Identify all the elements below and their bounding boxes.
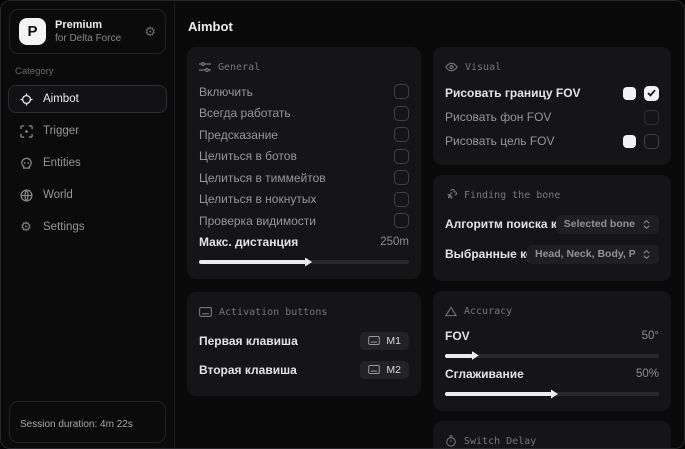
sidebar-item-settings[interactable]: ⚙ Settings [8, 213, 167, 241]
sidebar-item-label: World [43, 189, 73, 201]
setting-row: Рисовать границу FOV [445, 81, 659, 105]
checkbox[interactable] [394, 149, 409, 164]
brand-text: Premium for Delta Force [55, 19, 135, 44]
setting-row: Сглаживание 50% [445, 364, 659, 386]
keyboard-icon [368, 336, 380, 345]
setting-row: Включить [199, 81, 409, 103]
keybind-button[interactable]: M2 [360, 361, 409, 379]
panel-general-header: General [199, 56, 409, 78]
premium-card: P Premium for Delta Force ⚙ [9, 9, 166, 54]
setting-row: FOV 50° [445, 325, 659, 347]
setting-row: Целиться в ботов [199, 146, 409, 168]
sidebar-item-aimbot[interactable]: Aimbot [8, 85, 167, 113]
smoothing-slider[interactable] [445, 392, 659, 396]
left-column: General Включить Всегда работать Предска… [187, 47, 421, 449]
panel-general: General Включить Всегда работать Предска… [187, 47, 421, 279]
right-column: Visual Рисовать границу FOV Рисовать фон… [433, 47, 671, 449]
keyboard-icon [199, 307, 212, 317]
sidebar-item-entities[interactable]: Entities [8, 149, 167, 177]
check-icon [647, 89, 656, 97]
eye-icon [445, 62, 458, 72]
setting-row: Всегда работать [199, 103, 409, 125]
bone-icon [445, 189, 457, 201]
panel-accuracy-header: Accuracy [445, 300, 659, 322]
checkbox[interactable] [644, 86, 659, 101]
fov-slider[interactable] [445, 354, 659, 358]
timer-icon [445, 435, 457, 447]
checkbox[interactable] [394, 106, 409, 121]
session-duration: Session duration: 4m 22s [9, 401, 166, 443]
setting-row: Вторая клавиша M2 [199, 355, 409, 384]
sidebar-item-world[interactable]: World [8, 181, 167, 209]
sidebar-item-label: Aimbot [43, 93, 79, 105]
main-area: Aimbot General Включить Всегда работать [175, 1, 684, 448]
sidebar-item-label: Settings [43, 221, 85, 233]
setting-row: Выбранные кости Head, Neck, Body, Pe.. [445, 239, 659, 269]
brand-subtitle: for Delta Force [55, 33, 135, 44]
panel-visual-header: Visual [445, 56, 659, 78]
expand-icon [642, 220, 651, 229]
panel-finding-bone: Finding the bone Алгоритм поиска костей … [433, 175, 671, 281]
page-title: Aimbot [188, 19, 671, 34]
setting-row: Рисовать цель FOV [445, 129, 659, 153]
panel-activation-buttons: Activation buttons Первая клавиша M1 Вто… [187, 292, 421, 396]
setting-row: Целиться в тиммейтов [199, 167, 409, 189]
sidebar-item-label: Trigger [43, 125, 79, 137]
category-label: Category [15, 66, 160, 77]
expand-icon [642, 250, 651, 259]
setting-row: Проверка видимости [199, 210, 409, 232]
slider-value: 250m [380, 236, 409, 248]
brand-name: Premium [55, 19, 135, 31]
setting-row: Алгоритм поиска костей Selected bone [445, 209, 659, 239]
checkbox[interactable] [394, 213, 409, 228]
setting-row: Макс. дистанция 250m [199, 232, 409, 254]
panel-activation-header: Activation buttons [199, 301, 409, 323]
bone-algorithm-dropdown[interactable]: Selected bone [556, 215, 659, 234]
checkbox[interactable] [394, 127, 409, 142]
setting-row: Первая клавиша M1 [199, 326, 409, 355]
panel-accuracy: Accuracy FOV 50° Сглаживание 50% [433, 291, 671, 411]
setting-row: Предсказание [199, 124, 409, 146]
app-window: P Premium for Delta Force ⚙ Category Aim… [0, 0, 685, 449]
panel-switch-delay: Switch Delay Задержка переключения Задер… [433, 421, 671, 449]
sidebar-item-label: Entities [43, 157, 81, 169]
checkbox[interactable] [644, 134, 659, 149]
checkbox[interactable] [644, 110, 659, 125]
gear-icon: ⚙ [19, 220, 33, 234]
checkbox[interactable] [394, 84, 409, 99]
panel-bone-header: Finding the bone [445, 184, 659, 206]
trigger-icon [19, 124, 33, 138]
slider-value: 50% [636, 368, 659, 380]
sidebar: P Premium for Delta Force ⚙ Category Aim… [1, 1, 175, 448]
selected-bones-dropdown[interactable]: Head, Neck, Body, Pe.. [527, 245, 659, 264]
sidebar-nav: Aimbot Trigger Entities World [1, 85, 174, 241]
keyboard-icon [368, 365, 380, 374]
slider-value: 50° [642, 330, 659, 342]
globe-icon [19, 188, 33, 202]
gear-icon[interactable]: ⚙ [144, 24, 156, 40]
crosshair-icon [19, 92, 33, 106]
entities-icon [19, 156, 33, 170]
sidebar-item-trigger[interactable]: Trigger [8, 117, 167, 145]
brand-logo: P [19, 18, 46, 45]
setting-row: Рисовать фон FOV [445, 105, 659, 129]
checkbox[interactable] [394, 192, 409, 207]
sliders-icon [199, 62, 211, 72]
checkbox[interactable] [394, 170, 409, 185]
setting-row: Целиться в нокнутых [199, 189, 409, 211]
panel-switch-delay-header: Switch Delay [445, 430, 659, 449]
max-distance-slider[interactable] [199, 260, 409, 264]
color-swatch[interactable] [623, 135, 636, 148]
panel-visual: Visual Рисовать границу FOV Рисовать фон… [433, 47, 671, 165]
keybind-button[interactable]: M1 [360, 332, 409, 350]
color-swatch[interactable] [623, 87, 636, 100]
triangle-icon [445, 306, 457, 317]
